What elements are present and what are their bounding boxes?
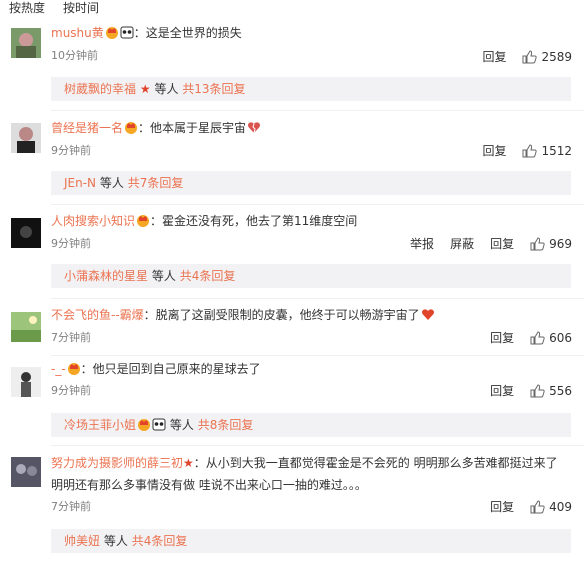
avatar[interactable] bbox=[11, 218, 41, 248]
comment-item: mushu黄 ：这是全世界的损失 10分钟前 回复 2589 树葳飘的幸福 ★ 等… bbox=[0, 22, 584, 108]
reply-etc: 等人 bbox=[151, 269, 176, 283]
reply-button[interactable]: 回复 bbox=[490, 330, 514, 346]
reply-total-link[interactable]: 共13条回复 bbox=[182, 82, 245, 96]
comment-text: ：他只是回到自己原来的星球去了 bbox=[80, 362, 261, 376]
panda-icon bbox=[152, 418, 166, 431]
comment-item: 人肉搜索小知识 ：霍金还没有死，他去了第11维度空间 9分钟前 举报 屏蔽 回复 … bbox=[0, 208, 584, 294]
reply-username[interactable]: 冷场王菲小姐 bbox=[64, 418, 136, 432]
vip-badge-icon bbox=[125, 122, 138, 134]
comment-username[interactable]: 努力成为摄影师的薛三初 bbox=[51, 456, 183, 470]
tab-sort-by-time[interactable]: 按时间 bbox=[63, 0, 99, 18]
thumbs-up-icon bbox=[530, 384, 545, 398]
comment-username[interactable]: 人肉搜索小知识 bbox=[51, 214, 135, 228]
comment-username[interactable]: mushu黄 bbox=[51, 26, 104, 40]
like-button[interactable]: 409 bbox=[530, 499, 572, 515]
reply-username[interactable]: 树葳飘的幸福 bbox=[64, 82, 136, 96]
thumbs-up-icon bbox=[530, 237, 545, 251]
comment-time: 10分钟前 bbox=[51, 49, 98, 62]
comment-time: 9分钟前 bbox=[51, 144, 91, 157]
like-count: 969 bbox=[549, 237, 572, 251]
avatar[interactable] bbox=[11, 367, 41, 397]
reply-total-link[interactable]: 共4条回复 bbox=[180, 269, 236, 283]
like-button[interactable]: 606 bbox=[530, 330, 572, 346]
comment-text: ：这是全世界的损失 bbox=[133, 26, 242, 40]
reply-etc: 等人 bbox=[169, 418, 194, 432]
like-button[interactable]: 969 bbox=[530, 236, 572, 252]
vip-badge-icon bbox=[137, 215, 150, 227]
sub-replies-box[interactable]: 树葳飘的幸福 ★ 等人 共13条回复 bbox=[51, 77, 571, 101]
comment-text: ：从小到大我一直都觉得霍金是不会死的 明明那么多苦难都挺过来了 bbox=[193, 456, 558, 470]
like-count: 2589 bbox=[541, 50, 572, 64]
thumbs-up-icon bbox=[530, 500, 545, 514]
like-button[interactable]: 1512 bbox=[522, 143, 572, 159]
comment-item: 曾经是猪一名 ：他本属于星辰宇宙 9分钟前 回复 1512 JEn-N 等人 共7… bbox=[0, 115, 584, 201]
panda-icon bbox=[120, 26, 134, 39]
sub-replies-box[interactable]: 帅美妞 等人 共4条回复 bbox=[51, 529, 571, 553]
star-icon: ★ bbox=[183, 456, 194, 470]
comment-username[interactable]: 曾经是猪一名 bbox=[51, 121, 123, 135]
comment-time: 9分钟前 bbox=[51, 237, 91, 250]
divider bbox=[51, 298, 584, 299]
reply-etc: 等人 bbox=[154, 82, 179, 96]
reply-etc: 等人 bbox=[99, 176, 124, 190]
reply-total-link[interactable]: 共8条回复 bbox=[198, 418, 254, 432]
reply-total-link[interactable]: 共7条回复 bbox=[128, 176, 184, 190]
reply-button[interactable]: 回复 bbox=[482, 49, 506, 65]
reply-button[interactable]: 回复 bbox=[490, 236, 514, 252]
comment-username[interactable]: 不会飞的鱼--霸爆 bbox=[51, 308, 144, 322]
avatar[interactable] bbox=[11, 28, 41, 58]
comment-text: ：他本属于星辰宇宙 bbox=[138, 121, 247, 135]
sub-replies-box[interactable]: JEn-N 等人 共7条回复 bbox=[51, 171, 571, 195]
divider bbox=[51, 445, 584, 446]
comment-time: 7分钟前 bbox=[51, 500, 91, 513]
vip-badge-icon bbox=[67, 363, 80, 375]
like-count: 556 bbox=[549, 384, 572, 398]
sub-replies-box[interactable]: 冷场王菲小姐 等人 共8条回复 bbox=[51, 413, 571, 437]
thumbs-up-icon bbox=[522, 144, 538, 158]
divider bbox=[51, 355, 584, 356]
comment-item: 不会飞的鱼--霸爆：脱离了这副受限制的皮囊，他终于可以畅游宇宙了 7分钟前 回复… bbox=[0, 302, 584, 354]
comment-item: -_- ：他只是回到自己原来的星球去了 9分钟前 回复 556 冷场王菲小姐 等人… bbox=[0, 357, 584, 442]
thumbs-up-icon bbox=[530, 331, 545, 345]
comment-text: ：脱离了这副受限制的皮囊，他终于可以畅游宇宙了 bbox=[143, 308, 420, 322]
vip-badge-icon bbox=[138, 419, 151, 431]
tab-sort-by-hot[interactable]: 按热度 bbox=[9, 0, 45, 18]
broken-heart-icon bbox=[248, 122, 261, 134]
like-count: 606 bbox=[549, 331, 572, 345]
divider bbox=[51, 204, 584, 205]
reply-username[interactable]: 帅美妞 bbox=[64, 534, 100, 548]
sort-tabs: 按热度 按时间 bbox=[0, 0, 99, 18]
reply-total-link[interactable]: 共4条回复 bbox=[132, 534, 188, 548]
comment-time: 7分钟前 bbox=[51, 331, 91, 344]
avatar[interactable] bbox=[11, 123, 41, 153]
reply-button[interactable]: 回复 bbox=[482, 143, 506, 159]
star-icon: ★ bbox=[139, 82, 151, 96]
heart-icon bbox=[421, 309, 434, 320]
like-button[interactable]: 556 bbox=[530, 383, 572, 399]
like-count: 1512 bbox=[541, 144, 572, 158]
comment-username[interactable]: -_- bbox=[51, 362, 66, 376]
sub-replies-box[interactable]: 小蒲森林的星星 等人 共4条回复 bbox=[51, 264, 571, 288]
comment-text: ：霍金还没有死，他去了第11维度空间 bbox=[150, 214, 358, 228]
reply-button[interactable]: 回复 bbox=[490, 499, 514, 515]
thumbs-up-icon bbox=[522, 50, 538, 64]
avatar[interactable] bbox=[11, 312, 41, 342]
reply-username[interactable]: 小蒲森林的星星 bbox=[64, 269, 148, 283]
comment-text-continued: 明明还有那么多事情没有做 哇说不出来心口一抽的难过。。。 bbox=[51, 478, 367, 492]
vip-badge-icon bbox=[105, 27, 118, 39]
reply-etc: 等人 bbox=[103, 534, 128, 548]
divider bbox=[51, 110, 584, 111]
comment-item: 努力成为摄影师的薛三初★：从小到大我一直都觉得霍金是不会死的 明明那么多苦难都挺… bbox=[0, 450, 584, 570]
like-count: 409 bbox=[549, 500, 572, 514]
like-button[interactable]: 2589 bbox=[522, 49, 572, 65]
avatar[interactable] bbox=[11, 457, 41, 487]
report-button[interactable]: 举报 bbox=[410, 236, 434, 252]
reply-button[interactable]: 回复 bbox=[490, 383, 514, 399]
reply-username[interactable]: JEn-N bbox=[64, 176, 96, 190]
block-button[interactable]: 屏蔽 bbox=[450, 236, 474, 252]
comment-time: 9分钟前 bbox=[51, 384, 91, 397]
